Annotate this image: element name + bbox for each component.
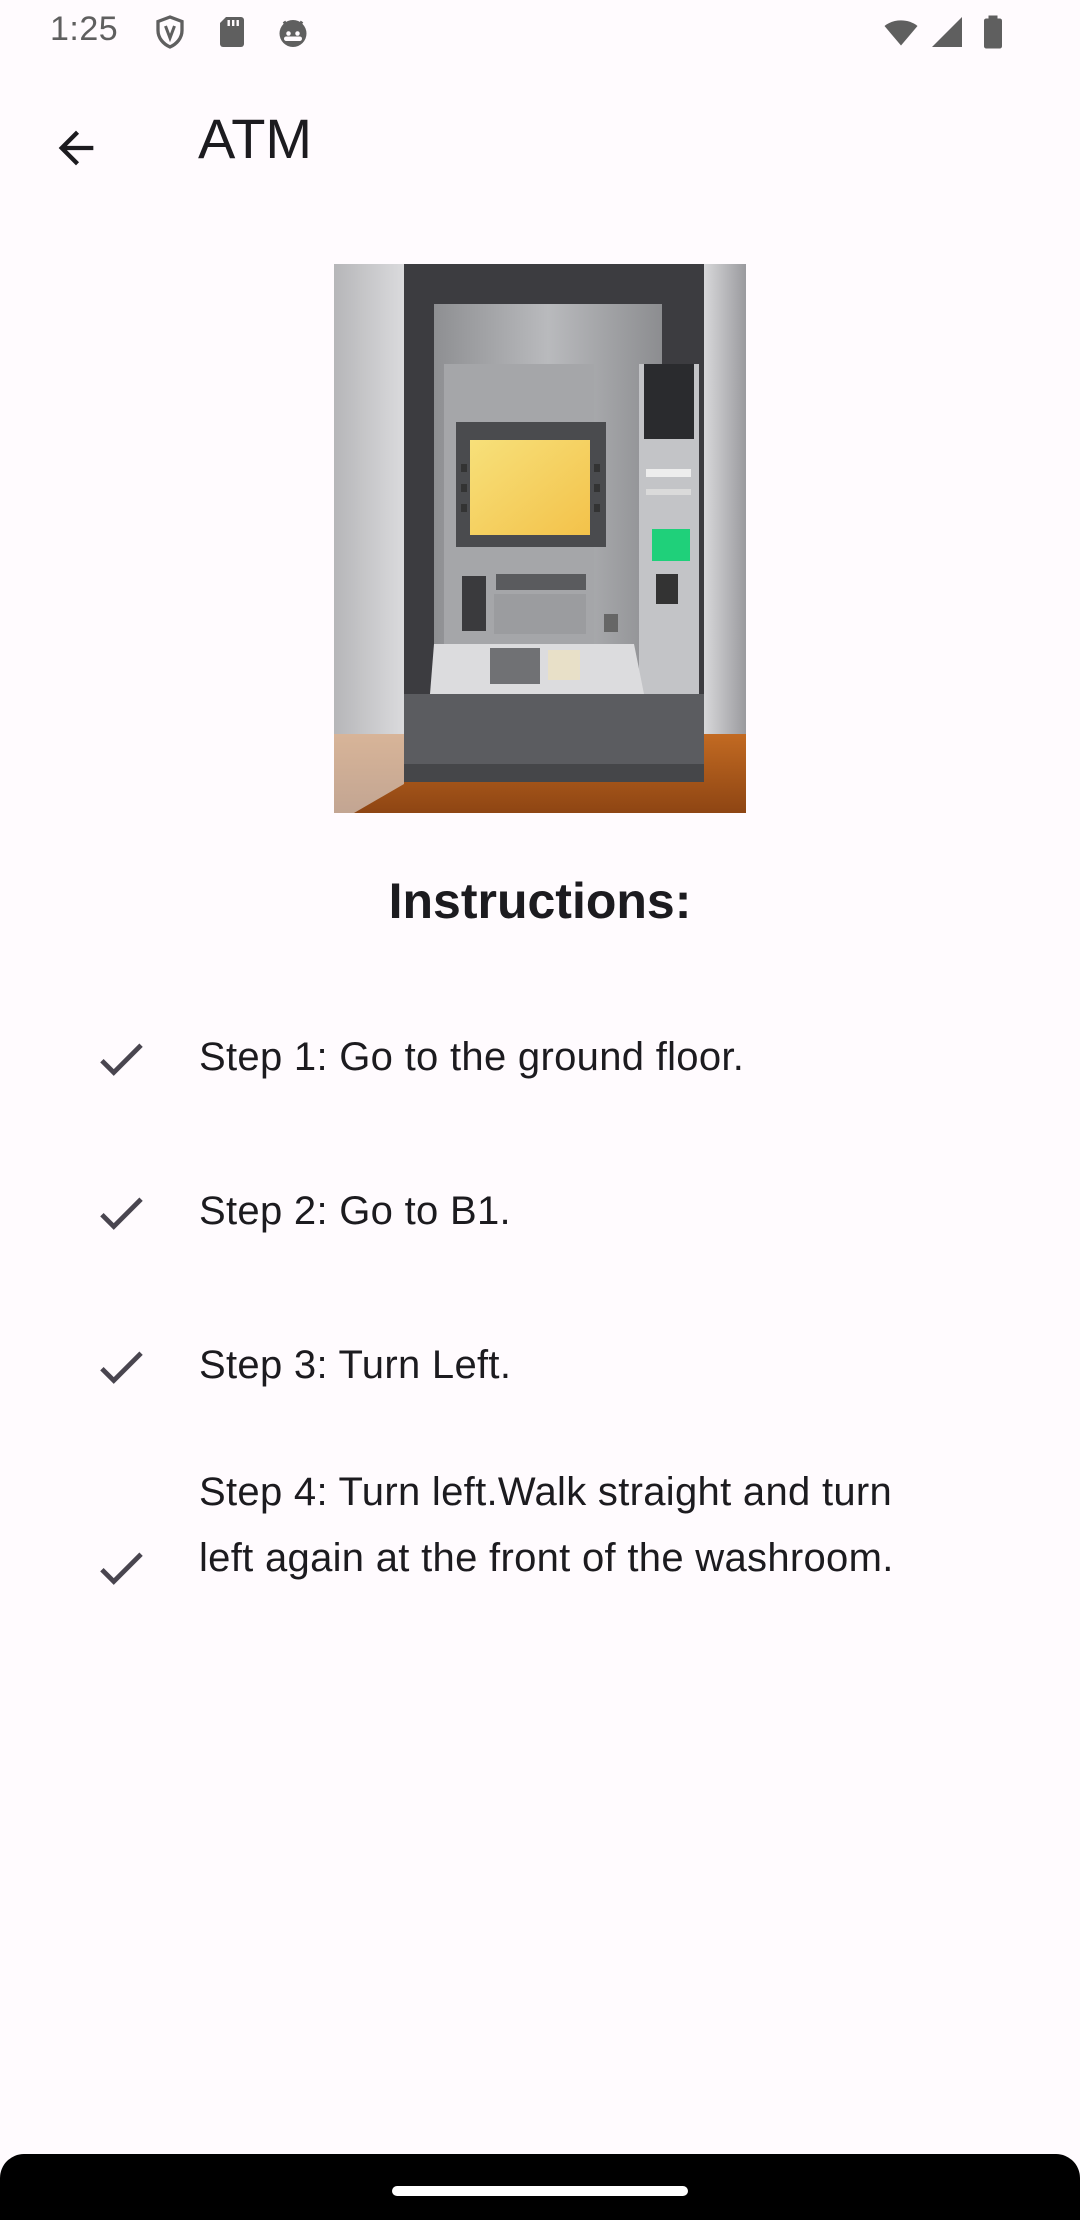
sd-card-icon [214,14,250,50]
status-bar: 1:25 [0,0,1080,66]
wifi-icon [880,14,922,50]
list-item: Step 3: Turn Left. [0,1332,1080,1402]
page-title: ATM [198,107,313,170]
home-indicator[interactable] [392,2186,688,2196]
check-icon [92,1184,150,1242]
step-text: Step 3: Turn Left. [199,1343,512,1387]
arrow-back-icon [58,130,94,166]
app-bar: ATM [0,66,1080,218]
check-icon [92,1539,150,1597]
back-button[interactable] [40,112,112,184]
shield-icon [152,14,188,50]
status-time: 1:25 [50,10,119,48]
step-text: Step 2: Go to B1. [199,1189,511,1233]
cellular-signal-icon [928,14,966,50]
check-icon [92,1338,150,1396]
step-text: Step 1: Go to the ground floor. [199,1035,745,1079]
instructions-heading: Instructions: [388,873,692,929]
step-text: Step 4: Turn left.Walk straight and turn… [199,1470,894,1580]
list-item: Step 2: Go to B1. [0,1178,1080,1248]
list-item: Step 1: Go to the ground floor. [0,1024,1080,1094]
android-face-icon [275,14,311,50]
list-item: Step 4: Turn left.Walk straight and turn… [0,1459,1080,1659]
battery-icon [978,14,1008,50]
atm-machine-photo [334,264,746,813]
navigation-bar [0,2154,1080,2220]
check-icon [92,1030,150,1088]
